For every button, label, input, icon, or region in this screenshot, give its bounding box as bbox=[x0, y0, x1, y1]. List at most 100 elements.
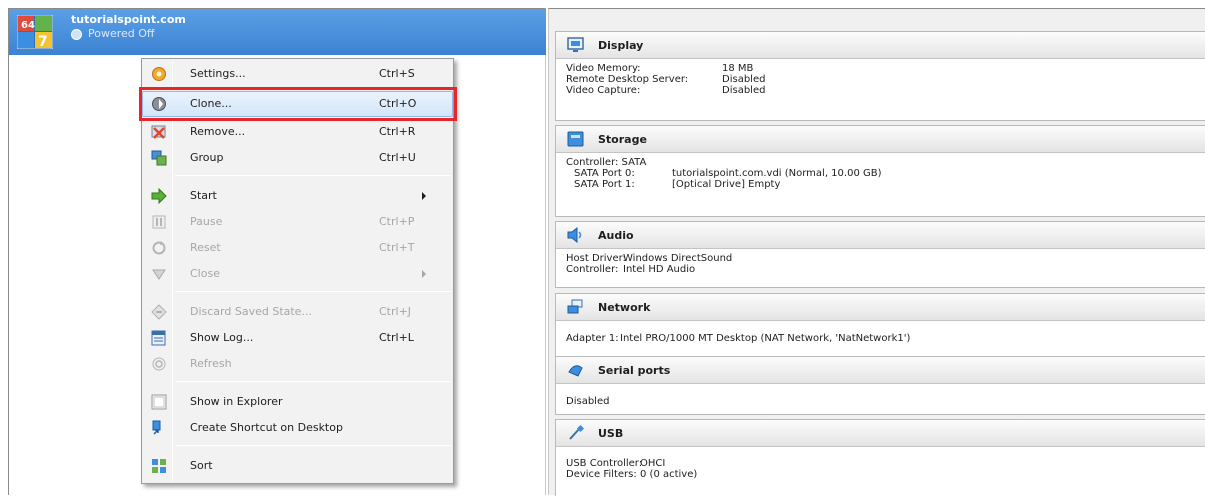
menu-separator bbox=[175, 445, 451, 446]
section-audio: Audio Host Driver: Windows DirectSound Co… bbox=[555, 221, 1205, 288]
menu-item-label: Pause bbox=[190, 215, 223, 228]
section-header-serial-ports[interactable]: Serial ports bbox=[556, 357, 1205, 384]
menu-item-show-in-explorer[interactable]: Show in Explorer bbox=[142, 389, 453, 415]
detail-key: Controller: bbox=[566, 264, 619, 275]
detail-value: OHCI bbox=[640, 458, 666, 469]
section-title: Display bbox=[598, 39, 644, 52]
vm-list-item-selected[interactable]: 64 7 tutorialspoint.com Powered Off bbox=[9, 9, 546, 55]
detail-value: Disabled bbox=[722, 74, 766, 85]
sort-icon bbox=[152, 459, 166, 473]
storage-controller: Controller: SATA bbox=[566, 157, 647, 168]
menu-item-close[interactable]: Close bbox=[142, 261, 453, 287]
section-usb: USB USB Controller: OHCI Device Filters: 0… bbox=[555, 419, 1205, 496]
detail-value: Intel HD Audio bbox=[623, 264, 696, 275]
menu-item-label: Clone... bbox=[190, 97, 232, 110]
menu-item-remove[interactable]: Remove... Ctrl+R bbox=[142, 119, 453, 145]
menu-separator bbox=[175, 291, 451, 292]
detail-value: tutorialspoint.com.vdi (Normal, 10.00 GB… bbox=[672, 168, 882, 179]
menu-item-label: Start bbox=[190, 189, 217, 202]
shortcut-icon bbox=[152, 420, 161, 435]
section-title: Serial ports bbox=[598, 364, 671, 377]
network-icon bbox=[567, 299, 583, 314]
vm-list-panel: 64 7 tutorialspoint.com Powered Off Sett… bbox=[8, 8, 546, 495]
detail-key: SATA Port 1: bbox=[574, 179, 635, 190]
menu-item-sort[interactable]: Sort bbox=[142, 453, 453, 479]
menu-item-shortcut: Ctrl+T bbox=[379, 241, 415, 254]
storage-icon bbox=[567, 131, 584, 147]
menu-item-shortcut: Ctrl+U bbox=[379, 151, 416, 164]
submenu-arrow-icon bbox=[422, 192, 426, 200]
close-down-icon bbox=[152, 269, 166, 280]
menu-item-shortcut: Ctrl+J bbox=[379, 305, 412, 318]
serial-port-icon bbox=[568, 365, 583, 377]
menu-item-label: Refresh bbox=[190, 357, 232, 370]
detail-value: 0 (0 active) bbox=[640, 469, 698, 480]
menu-item-label: Sort bbox=[190, 459, 213, 472]
section-header-storage[interactable]: Storage bbox=[556, 126, 1205, 153]
section-header-display[interactable]: Display bbox=[556, 32, 1205, 59]
detail-key: Device Filters: bbox=[566, 469, 637, 480]
menu-item-shortcut: Ctrl+R bbox=[379, 125, 416, 138]
menu-item-clone[interactable]: Clone... Ctrl+O bbox=[139, 87, 457, 121]
menu-item-label: Show in Explorer bbox=[190, 395, 283, 408]
menu-item-label: Remove... bbox=[190, 125, 246, 138]
menu-item-shortcut: Ctrl+O bbox=[379, 97, 417, 110]
detail-value: [Optical Drive] Empty bbox=[672, 179, 781, 190]
os-logo-icon: 64 7 bbox=[17, 15, 53, 49]
clone-icon bbox=[152, 97, 166, 111]
menu-item-label: Show Log... bbox=[190, 331, 254, 344]
detail-key: SATA Port 0: bbox=[574, 168, 635, 179]
section-header-audio[interactable]: Audio bbox=[556, 222, 1205, 249]
menu-item-settings[interactable]: Settings... Ctrl+S bbox=[142, 61, 453, 87]
detail-value: Disabled bbox=[566, 396, 610, 407]
section-network: Network Adapter 1: Intel PRO/1000 MT Desk… bbox=[555, 293, 1205, 357]
menu-item-group[interactable]: Group Ctrl+U bbox=[142, 145, 453, 171]
menu-item-start[interactable]: Start bbox=[142, 183, 453, 209]
section-title: USB bbox=[598, 427, 624, 440]
section-title: Storage bbox=[598, 133, 647, 146]
section-title: Audio bbox=[598, 229, 634, 242]
detail-key: Adapter 1: bbox=[566, 333, 619, 344]
menu-item-pause[interactable]: Pause Ctrl+P bbox=[142, 209, 453, 235]
pause-icon bbox=[152, 215, 166, 229]
detail-key: USB Controller: bbox=[566, 458, 643, 469]
menu-item-shortcut: Ctrl+S bbox=[379, 67, 415, 80]
section-storage: Storage Controller: SATA SATA Port 0: tut… bbox=[555, 125, 1205, 217]
details-panel: Display Video Memory: 18 MB Remote Deskto… bbox=[548, 8, 1205, 496]
menu-item-shortcut: Ctrl+L bbox=[379, 331, 414, 344]
discard-icon bbox=[151, 304, 167, 320]
powered-off-icon bbox=[71, 29, 82, 40]
display-icon bbox=[567, 37, 584, 52]
audio-speaker-icon bbox=[567, 227, 582, 243]
svg-text:7: 7 bbox=[38, 34, 48, 49]
refresh-icon bbox=[152, 357, 166, 371]
detail-value: Intel PRO/1000 MT Desktop (NAT Network, … bbox=[620, 333, 911, 344]
menu-separator bbox=[175, 175, 451, 176]
menu-item-label: Create Shortcut on Desktop bbox=[190, 421, 343, 434]
context-menu: Settings... Ctrl+S Clone... Ctrl+O Remov… bbox=[139, 58, 457, 484]
menu-item-label: Discard Saved State... bbox=[190, 305, 312, 318]
menu-item-create-shortcut[interactable]: Create Shortcut on Desktop bbox=[142, 415, 453, 441]
menu-item-show-log[interactable]: Show Log... Ctrl+L bbox=[142, 325, 453, 351]
log-icon bbox=[151, 330, 166, 346]
vm-state: Powered Off bbox=[88, 27, 155, 40]
menu-item-refresh[interactable]: Refresh bbox=[142, 351, 453, 377]
section-header-usb[interactable]: USB bbox=[556, 420, 1205, 447]
menu-item-discard-saved-state[interactable]: Discard Saved State... Ctrl+J bbox=[142, 299, 453, 325]
section-header-network[interactable]: Network bbox=[556, 294, 1205, 321]
menu-item-reset[interactable]: Reset Ctrl+T bbox=[142, 235, 453, 261]
detail-key: Video Memory: bbox=[566, 63, 641, 74]
menu-item-shortcut: Ctrl+P bbox=[379, 215, 415, 228]
svg-text:64: 64 bbox=[21, 20, 35, 31]
detail-value: Windows DirectSound bbox=[623, 253, 733, 264]
remove-icon bbox=[151, 125, 166, 139]
detail-value: 18 MB bbox=[722, 63, 754, 74]
section-display: Display Video Memory: 18 MB Remote Deskto… bbox=[555, 31, 1205, 121]
usb-icon bbox=[569, 425, 584, 440]
submenu-arrow-icon bbox=[422, 270, 426, 278]
reset-icon bbox=[152, 241, 166, 255]
vm-name: tutorialspoint.com bbox=[71, 13, 186, 26]
gear-icon bbox=[152, 67, 166, 81]
start-arrow-icon bbox=[151, 188, 167, 204]
explorer-icon bbox=[151, 394, 167, 410]
